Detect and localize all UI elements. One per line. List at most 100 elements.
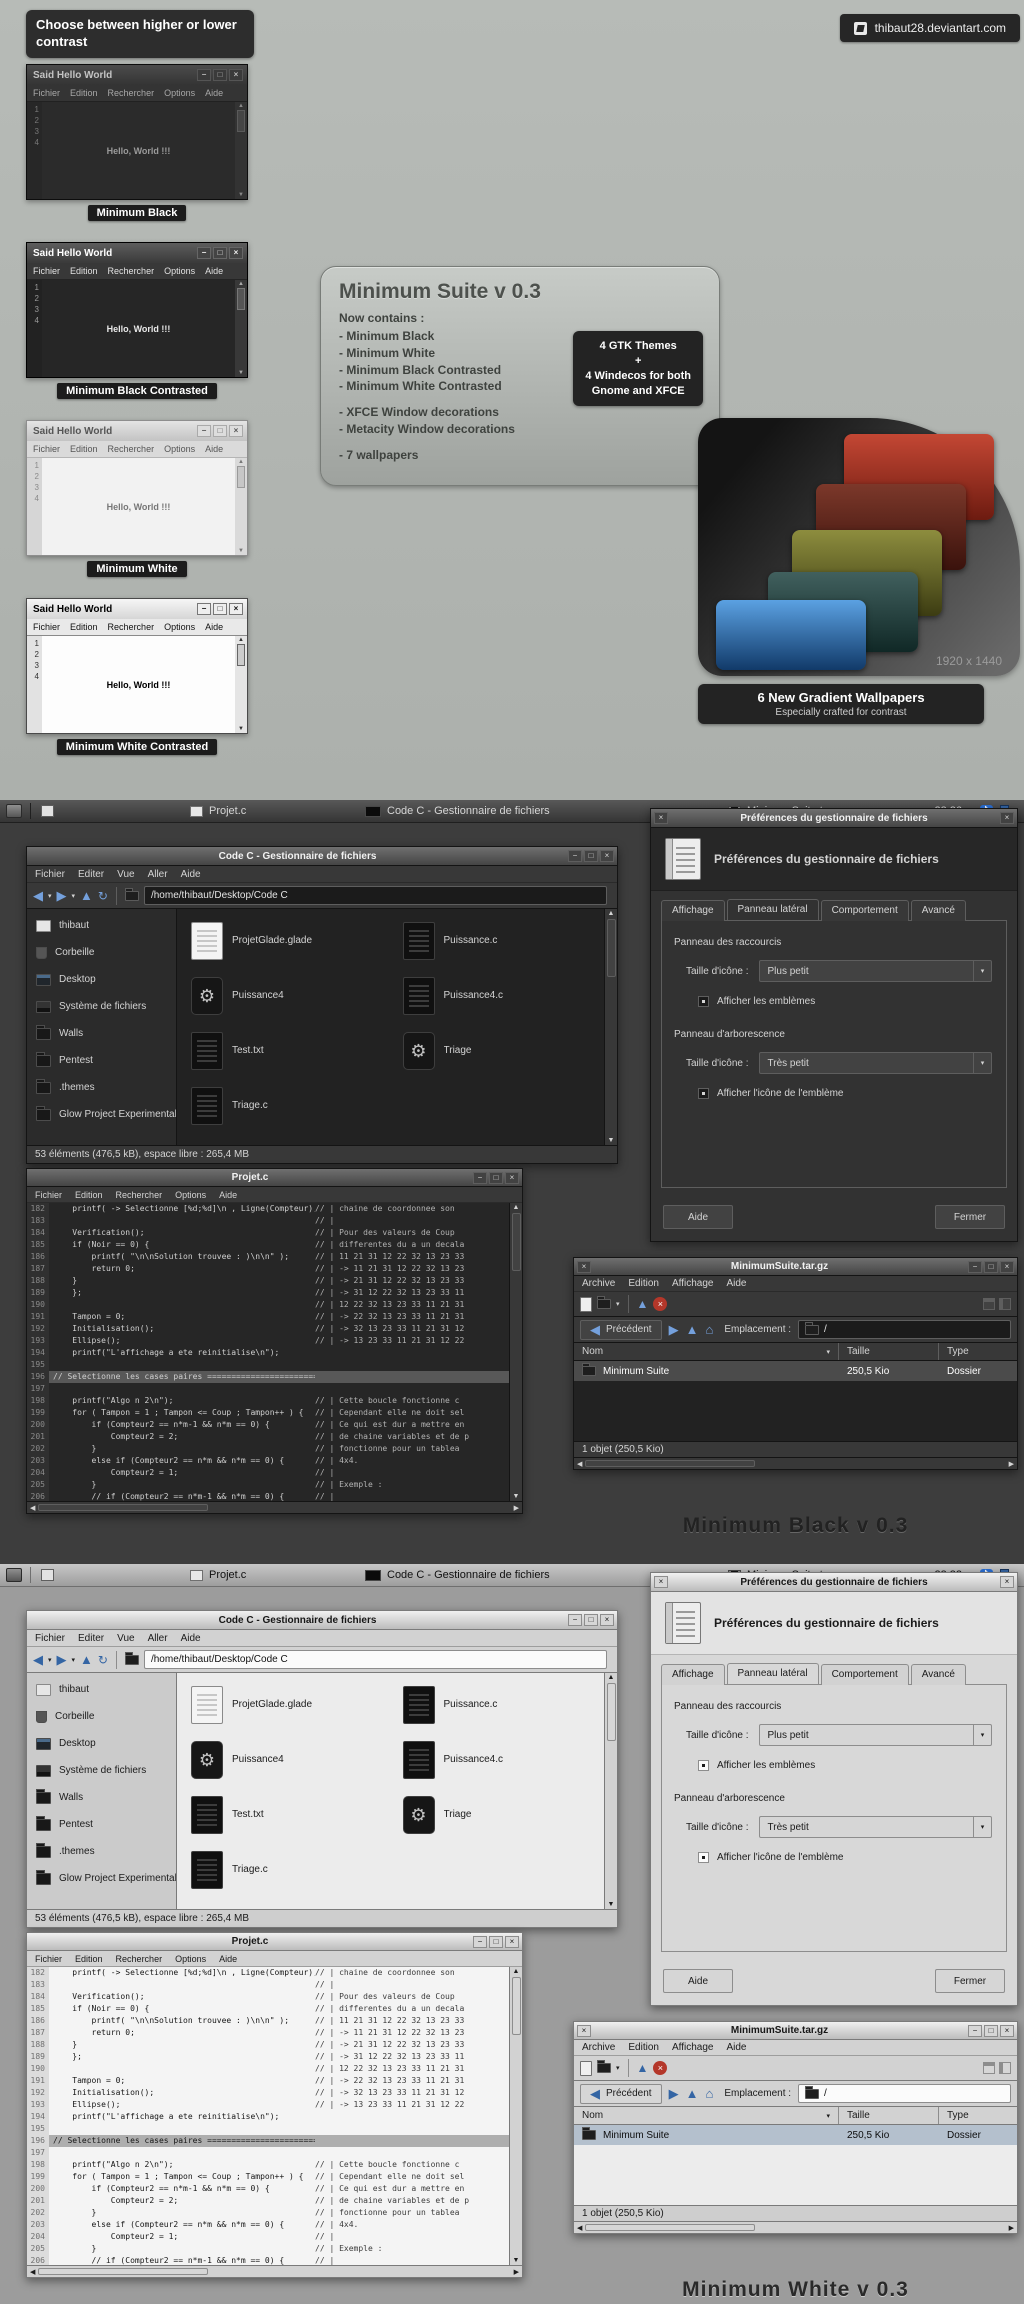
help-button[interactable]: Aide [663,1969,733,1993]
tab[interactable]: Comportement [820,900,909,921]
place-item[interactable]: Walls [27,1020,176,1047]
forward-button[interactable]: ▶ [669,2087,679,2100]
menu-item[interactable]: Archive [582,1278,615,1289]
menu-item[interactable]: Edition [75,1954,103,1964]
close-button-left[interactable]: × [577,2024,591,2037]
tab[interactable]: Comportement [820,1664,909,1685]
menu-item[interactable]: Affichage [672,2042,714,2053]
maximize-button[interactable]: □ [213,425,227,437]
taskbar-task[interactable]: Code C - Gestionnaire de fichiers [365,800,550,822]
close-button[interactable]: × [505,1935,519,1948]
new-archive-icon[interactable] [580,2060,592,2076]
horizontal-scrollbar[interactable]: ◀ ▶ [27,2265,522,2277]
menu-item[interactable]: Edition [75,1190,103,1200]
forward-button[interactable]: ▶ [57,889,67,902]
emblems-checkbox[interactable] [698,1760,709,1771]
menu-item[interactable]: Options [164,622,195,632]
scroll-thumb[interactable] [237,288,245,310]
back-button[interactable]: ◀ Précédent [580,2083,662,2104]
maximize-button[interactable]: □ [984,1260,998,1273]
file-item[interactable]: ⚙ Triage [391,1795,603,1834]
scroll-right-icon[interactable]: ▶ [1009,1460,1014,1468]
menu-item[interactable]: Edition [70,622,98,632]
stop-icon[interactable]: × [653,1297,668,1311]
forward-button[interactable]: ▶ [669,1323,679,1336]
scroll-thumb[interactable] [585,1460,756,1467]
scroll-thumb[interactable] [511,1977,521,2035]
scroll-right-icon[interactable]: ▶ [1009,2224,1014,2232]
archive-row[interactable]: Minimum Suite 250,5 Kio Dossier [574,1361,1017,1381]
emblem-icon-checkbox[interactable] [698,1088,709,1099]
scrollbar[interactable]: ▲ ▼ [235,458,247,555]
titlebar[interactable]: × MinimumSuite.tar.gz − □ × [574,2022,1017,2040]
maximize-button[interactable]: □ [584,1614,598,1626]
scroll-up-icon[interactable]: ▲ [608,910,615,917]
applications-menu-icon[interactable] [6,804,22,818]
scrollbar[interactable]: ▲ ▼ [235,636,247,733]
menu-item[interactable]: Aide [726,2042,746,2053]
menu-item[interactable]: Fichier [35,1954,62,1964]
home-button[interactable]: ⌂ [705,2087,713,2100]
file-item[interactable]: ⚙ Test.txt [179,1795,391,1834]
menu-item[interactable]: Archive [582,2042,615,2053]
column-name[interactable]: Nom ▾ [574,1343,839,1360]
place-item[interactable]: Corbeille [27,939,176,966]
menu-item[interactable]: Aller [148,869,168,880]
menu-item[interactable]: Aide [205,622,223,632]
scrollbar[interactable]: ▲ ▼ [235,280,247,377]
path-entry[interactable]: /home/thibaut/Desktop/Code C [143,1650,607,1669]
scroll-up-icon[interactable]: ▲ [513,1204,520,1211]
vertical-scrollbar[interactable]: ▲ ▼ [509,1203,522,1501]
home-button[interactable]: ⌂ [705,1323,713,1336]
emblem-icon-check-row[interactable]: Afficher l'icône de l'emblème [674,1088,994,1099]
menu-item[interactable]: Fichier [33,444,60,454]
scroll-left-icon[interactable]: ◀ [30,1504,35,1512]
menu-item[interactable]: Fichier [35,1633,65,1644]
place-item[interactable]: thibaut [27,1676,176,1703]
titlebar[interactable]: × MinimumSuite.tar.gz − □ × [574,1258,1017,1276]
shortcuts-icon-size-combo[interactable]: Plus petit ▾ [758,1724,992,1746]
scroll-down-icon[interactable]: ▼ [238,726,244,732]
code-area[interactable]: 182 printf( -> Selectionne [%d;%d]\n , L… [27,1203,509,1501]
show-desktop-icon[interactable] [41,805,54,817]
scroll-thumb[interactable] [511,1213,521,1271]
close-button[interactable]: × [1000,2024,1014,2037]
tab[interactable]: Affichage [661,1664,725,1685]
menu-item[interactable]: Fichier [35,1190,62,1200]
menu-item[interactable]: Options [175,1954,206,1964]
place-item[interactable]: Desktop [27,1730,176,1757]
place-item[interactable]: .themes [27,1838,176,1865]
open-dropdown-icon[interactable]: ▾ [616,1300,620,1308]
close-button-left[interactable]: × [654,1576,668,1588]
column-type[interactable]: Type [939,1343,1017,1360]
up-button[interactable]: ▲ [80,1653,93,1666]
menu-item[interactable]: Vue [117,869,134,880]
maximize-button[interactable]: □ [489,1171,503,1184]
close-dialog-button[interactable]: Fermer [935,1969,1005,1993]
menu-item[interactable]: Aide [181,1633,201,1644]
close-button[interactable]: × [229,247,243,259]
file-item[interactable]: ⚙ Triage.c [179,1086,391,1125]
scroll-up-icon[interactable]: ▲ [608,1674,615,1681]
close-button-left[interactable]: × [654,812,668,824]
file-item[interactable]: ⚙ ProjetGlade.glade [179,1685,391,1724]
menu-item[interactable]: Aller [148,1633,168,1644]
scroll-up-icon[interactable]: ▲ [238,637,244,643]
scroll-thumb[interactable] [237,644,245,666]
menu-item[interactable]: Fichier [33,622,60,632]
scroll-up-icon[interactable]: ▲ [238,103,244,109]
back-button[interactable]: ◀ Précédent [580,1319,662,1340]
menu-item[interactable]: Editer [78,1633,104,1644]
horizontal-scrollbar[interactable]: ◀ ▶ [574,2221,1017,2233]
scroll-thumb[interactable] [585,2224,756,2231]
column-type[interactable]: Type [939,2107,1017,2124]
scroll-down-icon[interactable]: ▼ [513,2257,520,2264]
menu-item[interactable]: Rechercher [108,622,155,632]
view-details-icon[interactable] [999,2062,1011,2074]
menu-item[interactable]: Aide [205,88,223,98]
location-entry[interactable]: / [798,1320,1011,1339]
place-item[interactable]: Corbeille [27,1703,176,1730]
open-dropdown-icon[interactable]: ▾ [616,2064,620,2072]
close-button[interactable]: × [505,1171,519,1184]
minimize-button[interactable]: − [568,850,582,862]
